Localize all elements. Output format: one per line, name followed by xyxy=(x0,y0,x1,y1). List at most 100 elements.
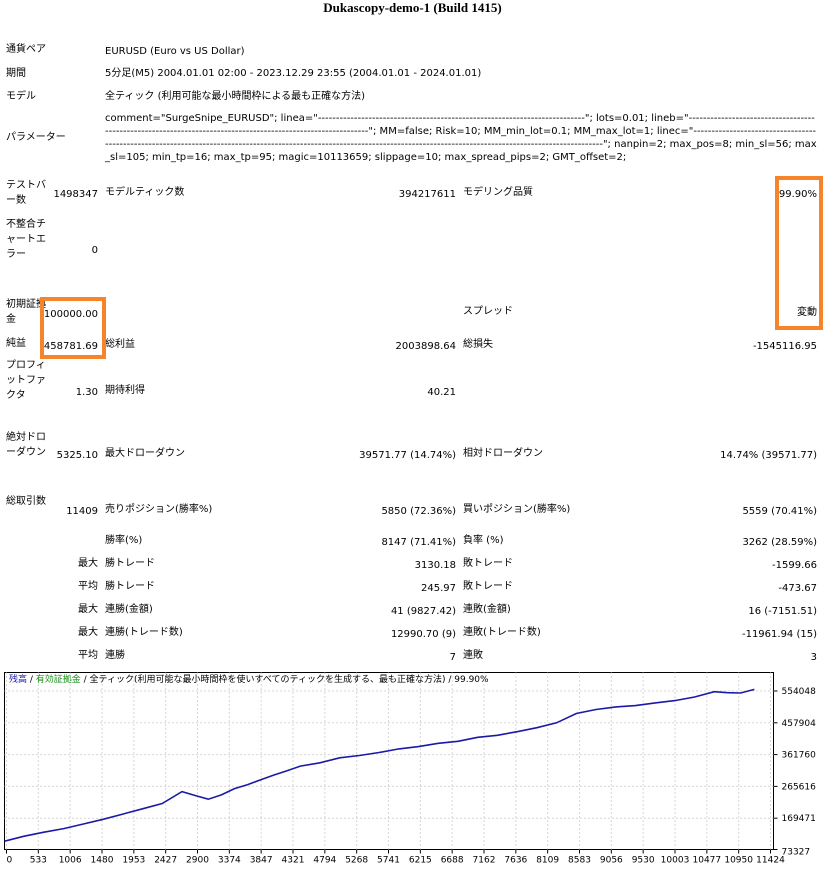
profit-trades-label: 勝率(%) xyxy=(105,535,143,546)
y-tick-label: 457904 xyxy=(782,719,817,729)
x-tick-label: 3847 xyxy=(250,856,273,866)
quality-highlight-box xyxy=(775,176,823,330)
average-consecutive-losses-label: 連敗 xyxy=(463,650,483,661)
spread-label: スプレッド xyxy=(463,306,513,317)
x-tick-label: 5741 xyxy=(377,856,400,866)
max-drawdown-label: 最大ドローダウン xyxy=(105,448,185,459)
gross-loss-value: -1545116.95 xyxy=(752,341,817,352)
period-label: 期間 xyxy=(6,68,26,79)
y-axis-ticks: 554048 457904 361760 265616 169471 73327 xyxy=(773,687,817,858)
relative-drawdown-value: 14.74% (39571.77) xyxy=(720,450,817,461)
expected-payoff-label: 期待利得 xyxy=(105,385,145,396)
x-axis-ticks: 0 533 1006 1480 1953 2427 2900 3374 3847 4321 4794… xyxy=(6,849,785,866)
average-consecutive-prefix: 平均 xyxy=(78,650,98,661)
largest-prefix: 最大 xyxy=(78,558,98,569)
short-positions-value: 5850 (72.36%) xyxy=(381,506,456,517)
legend-separator: / xyxy=(27,675,36,685)
x-tick-label: 7162 xyxy=(473,856,496,866)
total-trades-label: 総取引数 xyxy=(6,496,46,507)
average-consecutive-losses-value: 3 xyxy=(810,652,817,663)
legend-description: / 全ティック(利用可能な最小時間枠を使いすべてのティックを生成する、最も正確な… xyxy=(80,675,489,685)
max-consecutive-losses-money-label: 連敗(金額) xyxy=(463,604,511,615)
x-tick-label: 3374 xyxy=(218,856,241,866)
modeling-quality-label: モデリング品質 xyxy=(463,187,533,198)
x-tick-label: 7636 xyxy=(504,856,527,866)
x-tick-label: 533 xyxy=(30,856,47,866)
max-consecutive-wins-count-value: 12990.70 (9) xyxy=(390,629,456,640)
gross-loss-label: 総損失 xyxy=(463,339,493,350)
long-positions-label: 買いポジション(勝率%) xyxy=(463,504,571,515)
total-trades-value: 11409 xyxy=(66,506,98,517)
x-tick-label: 1480 xyxy=(91,856,114,866)
average-win-value: 245.97 xyxy=(421,583,456,594)
max-consecutive-losses-count-value: -11961.94 (15) xyxy=(741,629,817,640)
largest-win-value: 3130.18 xyxy=(414,560,456,571)
short-positions-label: 売りポジション(勝率%) xyxy=(105,504,213,515)
x-tick-label: 4321 xyxy=(282,856,305,866)
params-label: パラメーター xyxy=(6,132,66,143)
profit-trades-value: 8147 (71.41%) xyxy=(381,537,456,548)
average-win-label: 勝トレード xyxy=(105,581,155,592)
x-tick-label: 9056 xyxy=(600,856,623,866)
max-consecutive-prefix: 最大 xyxy=(78,604,98,615)
x-tick-label: 1006 xyxy=(59,856,82,866)
max-consecutive-wins-money-label: 連勝(金額) xyxy=(105,604,153,615)
legend-balance: 残高 xyxy=(9,675,28,685)
absolute-drawdown-value: 5325.10 xyxy=(56,450,98,461)
average-prefix: 平均 xyxy=(78,581,98,592)
chart-legend: 残高 / 有効証拠金 / 全ティック(利用可能な最小時間枠を使いすべてのティック… xyxy=(9,675,489,686)
max-consecutive-wins-count-label: 連勝(トレード数) xyxy=(105,627,183,638)
average-loss-value: -473.67 xyxy=(778,583,817,594)
largest-loss-label: 敗トレード xyxy=(463,558,513,569)
y-tick-label: 169471 xyxy=(782,814,816,824)
legend-equity: 有効証拠金 xyxy=(35,675,81,685)
deposit-highlight-box xyxy=(40,297,106,359)
x-tick-label: 2427 xyxy=(154,856,177,866)
x-tick-label: 6688 xyxy=(441,856,464,866)
test-bars-label: テストバー数 xyxy=(6,180,46,206)
y-tick-label: 265616 xyxy=(782,782,817,792)
x-tick-label: 4794 xyxy=(313,856,336,866)
absolute-drawdown-label: 絶対ドローダウン xyxy=(6,432,46,458)
max-consecutive-count-prefix: 最大 xyxy=(78,627,98,638)
max-consecutive-losses-count-label: 連敗(トレード数) xyxy=(463,627,541,638)
average-consecutive-wins-label: 連勝 xyxy=(105,650,125,661)
x-tick-label: 2900 xyxy=(186,856,209,866)
y-tick-label: 361760 xyxy=(782,751,817,761)
x-tick-label: 9530 xyxy=(632,856,655,866)
symbol-label: 通貨ペア xyxy=(6,44,46,55)
balance-chart: 554048 457904 361760 265616 169471 73327 0 533… xyxy=(4,672,817,866)
symbol-value: EURUSD (Euro vs US Dollar) xyxy=(105,46,245,57)
y-tick-label: 554048 xyxy=(782,687,817,697)
expected-payoff-value: 40.21 xyxy=(427,387,456,398)
model-ticks-label: モデルティック数 xyxy=(105,187,185,198)
model-value: 全ティック (利用可能な最小時間枠による最も正確な方法) xyxy=(105,91,366,102)
mismatch-errors-value: 0 xyxy=(91,245,98,256)
model-label: モデル xyxy=(6,91,36,102)
profit-factor-value: 1.30 xyxy=(75,387,98,398)
x-tick-label: 6215 xyxy=(409,856,432,866)
x-tick-label: 1953 xyxy=(122,856,145,866)
mismatch-errors-label: 不整合チャートエラー xyxy=(6,219,46,260)
average-consecutive-wins-value: 7 xyxy=(449,652,456,663)
x-tick-label: 8109 xyxy=(536,856,559,866)
largest-loss-value: -1599.66 xyxy=(772,560,817,571)
largest-win-label: 勝トレード xyxy=(105,558,155,569)
gross-profit-value: 2003898.64 xyxy=(395,341,456,352)
x-tick-label: 11424 xyxy=(756,856,785,866)
profit-factor-label: プロフィットファクタ xyxy=(6,360,46,401)
params-value: comment="SurgeSnipe_EURUSD"; linea="----… xyxy=(105,113,817,163)
average-loss-label: 敗トレード xyxy=(463,581,513,592)
net-profit-label: 純益 xyxy=(6,338,26,349)
period-value: 5分足(M5) 2004.01.01 02:00 - 2023.12.29 23… xyxy=(105,68,482,79)
x-tick-label: 5268 xyxy=(345,856,368,866)
loss-trades-value: 3262 (28.59%) xyxy=(742,537,817,548)
max-consecutive-wins-money-value: 41 (9827.42) xyxy=(390,606,456,617)
loss-trades-label: 負率 (%) xyxy=(463,535,504,546)
long-positions-value: 5559 (70.41%) xyxy=(742,506,817,517)
relative-drawdown-label: 相対ドローダウン xyxy=(463,448,543,459)
model-ticks-value: 394217611 xyxy=(398,189,456,200)
x-tick-label: 8583 xyxy=(568,856,591,866)
x-tick-label: 10950 xyxy=(724,856,753,866)
test-bars-value: 1498347 xyxy=(53,189,98,200)
